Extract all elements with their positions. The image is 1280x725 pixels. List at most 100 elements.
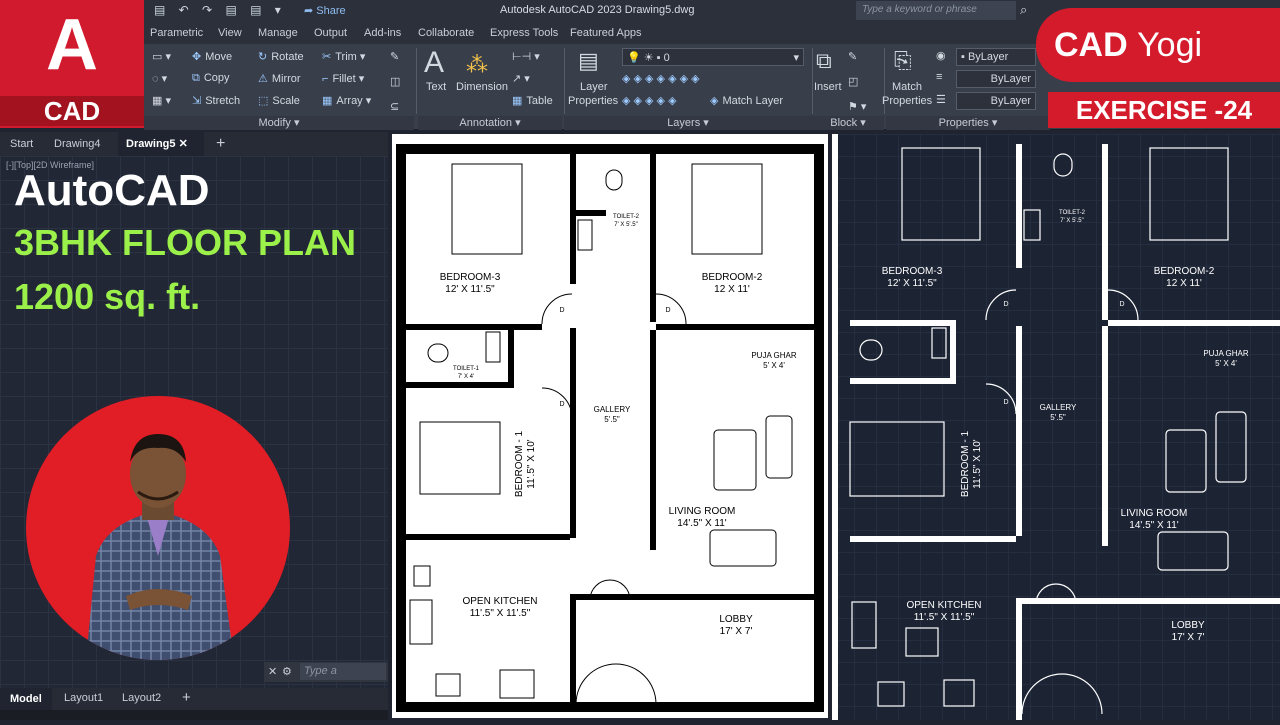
- room-bedroom2: BEDROOM-2: [702, 272, 763, 283]
- properties-panel-title[interactable]: Properties ▾: [886, 116, 1050, 130]
- array-button[interactable]: ▦ Array ▾: [322, 94, 371, 107]
- mirror-label: Mirror: [271, 73, 301, 85]
- select-tools[interactable]: ▭ ▾: [152, 50, 171, 63]
- text-icon[interactable]: A: [424, 46, 444, 80]
- lineweight-dropdown[interactable]: ByLayer: [956, 70, 1036, 88]
- dimension-button[interactable]: Dimension: [456, 81, 508, 93]
- dimension-icon[interactable]: ⁂: [466, 52, 488, 78]
- tab-view[interactable]: View: [218, 27, 242, 39]
- command-close-icon[interactable]: ✕: [268, 665, 277, 678]
- match-properties-icon[interactable]: ⎘: [894, 48, 912, 74]
- copy-button[interactable]: ⧉ Copy: [192, 72, 230, 85]
- mirror-button[interactable]: ⚠ Mirror: [258, 72, 301, 85]
- room-gallery-size: 5'.5": [1050, 413, 1066, 422]
- fillet-button[interactable]: ⌐ Fillet ▾: [322, 72, 364, 85]
- block-panel-title[interactable]: Block ▾: [812, 116, 884, 130]
- match-layer-button[interactable]: ◈ Match Layer: [710, 94, 783, 107]
- color-wheel-icon[interactable]: ◉: [936, 49, 946, 62]
- tab-start[interactable]: Start: [2, 132, 41, 156]
- room-puja: PUJA GHAR: [751, 351, 797, 360]
- table-button[interactable]: ▦ Table: [512, 94, 553, 107]
- layer-properties-icon[interactable]: ▤: [578, 48, 599, 74]
- text-button[interactable]: Text: [426, 81, 446, 93]
- modify-panel-title[interactable]: Modify ▾: [144, 116, 414, 130]
- insert-button[interactable]: Insert: [814, 81, 842, 93]
- command-line[interactable]: ✕ ⚙ Type a: [264, 662, 388, 682]
- room-kitchen-size: 11'.5" X 11'.5": [914, 612, 975, 623]
- block-tools[interactable]: ✎ ◰ ⚑ ▾: [848, 50, 866, 113]
- layers-panel-title[interactable]: Layers ▾: [564, 116, 812, 130]
- scale-label: Scale: [272, 95, 300, 107]
- array-icon: ▦: [322, 95, 333, 107]
- quick-access-toolbar[interactable]: ▤ ↶ ↷ ▤ ▤ ▾: [154, 3, 286, 17]
- insert-icon[interactable]: ⧉: [816, 48, 832, 74]
- copy-label: Copy: [203, 72, 230, 84]
- room-lobby: LOBBY: [719, 614, 753, 625]
- stretch-button[interactable]: ⇲ Stretch: [192, 94, 240, 107]
- room-bedroom3: BEDROOM-3: [882, 266, 943, 277]
- scale-button[interactable]: ⬚ Scale: [258, 94, 300, 107]
- leader-button[interactable]: ↗ ▾: [512, 72, 530, 85]
- brand-cad: CAD: [1054, 26, 1128, 64]
- move-button[interactable]: ✥ Move: [192, 50, 232, 63]
- new-layout-button[interactable]: +: [182, 689, 191, 706]
- tab-featured-apps[interactable]: Featured Apps: [570, 27, 642, 39]
- floor-plan-light-drawing: BEDROOM-3 12' X 11'.5" BEDROOM-2 12 X 11…: [396, 144, 824, 712]
- room-bedroom3: BEDROOM-3: [440, 272, 501, 283]
- room-lobby-size: 17' X 7': [1172, 632, 1205, 643]
- room-living: LIVING ROOM: [669, 506, 736, 517]
- match-properties-label-1[interactable]: Match: [892, 81, 922, 93]
- command-input[interactable]: Type a: [300, 663, 386, 680]
- linetype-dropdown[interactable]: ByLayer: [956, 92, 1036, 110]
- tab-model[interactable]: Model: [0, 688, 52, 710]
- layer-tools-row[interactable]: ◈ ◈ ◈ ◈ ◈ ◈ ◈: [622, 72, 700, 85]
- trim-icon: ✂: [322, 51, 332, 63]
- layer-dropdown[interactable]: 💡 ☀ ▪ 0 ▾: [622, 48, 804, 66]
- modify-extra-tools[interactable]: ✎ ◫ ⊆: [390, 50, 400, 113]
- layer-tools-row-2[interactable]: ◈ ◈ ◈ ◈ ◈: [622, 94, 677, 107]
- tab-manage[interactable]: Manage: [258, 27, 298, 39]
- tab-drawing5[interactable]: Drawing5 ✕: [118, 132, 204, 156]
- divider: [416, 48, 417, 114]
- select-tools-3[interactable]: ▦ ▾: [152, 94, 171, 107]
- match-properties-label-2[interactable]: Properties: [882, 95, 932, 107]
- window-title: Autodesk AutoCAD 2023 Drawing5.dwg: [500, 4, 695, 16]
- rotate-button[interactable]: ↻ Rotate: [258, 50, 304, 63]
- tab-output[interactable]: Output: [314, 27, 347, 39]
- room-bedroom1: BEDROOM - 1: [514, 431, 525, 498]
- room-bedroom2: BEDROOM-2: [1154, 266, 1215, 277]
- room-bedroom2-size: 12 X 11': [1166, 278, 1202, 289]
- door-label: D: [1003, 301, 1008, 308]
- color-dropdown[interactable]: ▪ ByLayer: [956, 48, 1036, 66]
- share-button[interactable]: ➦ Share: [304, 4, 346, 17]
- tab-express-tools[interactable]: Express Tools: [490, 27, 558, 39]
- tab-addins[interactable]: Add-ins: [364, 27, 401, 39]
- linear-dim-button[interactable]: ⊢⊣ ▾: [512, 50, 540, 63]
- document-tabs: Start Drawing4 Drawing5 ✕ +: [0, 132, 388, 156]
- annotation-title: Annotation: [459, 117, 513, 129]
- search-input[interactable]: Type a keyword or phrase: [856, 1, 1016, 20]
- close-icon[interactable]: ✕: [179, 138, 188, 150]
- door-label: D: [665, 307, 670, 314]
- layer-properties-label-1[interactable]: Layer: [580, 81, 608, 93]
- door-label: D: [559, 307, 564, 314]
- tab-layout1[interactable]: Layout1: [64, 692, 103, 704]
- layer-properties-label-2[interactable]: Properties: [568, 95, 618, 107]
- brand-logo: CAD Yogi: [1036, 8, 1280, 82]
- tab-layout2[interactable]: Layout2: [122, 692, 161, 704]
- tab-drawing4[interactable]: Drawing4: [46, 132, 108, 156]
- new-tab-button[interactable]: +: [208, 132, 233, 156]
- room-lobby-size: 17' X 7': [720, 626, 753, 637]
- lineweight-icon[interactable]: ≡: [936, 71, 942, 83]
- select-tools-2[interactable]: ◌ ▾: [152, 72, 167, 85]
- linetype-icon[interactable]: ☰: [936, 93, 946, 106]
- tab-parametric[interactable]: Parametric: [150, 27, 203, 39]
- trim-button[interactable]: ✂ Trim ▾: [322, 50, 365, 63]
- search-icon[interactable]: ⌕: [1020, 2, 1027, 18]
- block-title: Block: [830, 117, 858, 129]
- annotation-panel-title[interactable]: Annotation ▾: [418, 116, 562, 130]
- tab-collaborate[interactable]: Collaborate: [418, 27, 474, 39]
- rotate-label: Rotate: [271, 51, 304, 63]
- wrench-icon[interactable]: ⚙: [282, 665, 292, 678]
- autocad-app-logo[interactable]: A CAD: [0, 0, 144, 128]
